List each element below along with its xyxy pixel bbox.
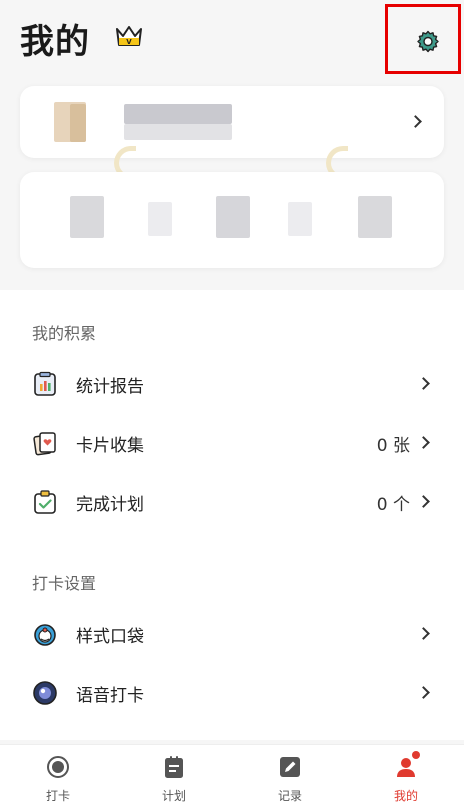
chevron-right-icon — [417, 495, 430, 508]
menu-item-voice-checkin[interactable]: 语音打卡 — [0, 665, 464, 721]
tab-mine[interactable]: 我的 — [348, 745, 464, 807]
profile-card[interactable] — [20, 86, 444, 158]
completed-plan-icon — [34, 490, 56, 514]
bottom-tab-bar: 打卡 计划 记录 我的 — [0, 744, 464, 807]
tab-checkin[interactable]: 打卡 — [0, 745, 116, 807]
tab-label: 计划 — [161, 789, 186, 803]
record-icon — [47, 756, 69, 778]
chevron-right-icon — [417, 377, 430, 390]
tab-label: 我的 — [393, 789, 418, 803]
username-blur-2 — [124, 124, 232, 140]
style-pocket-icon — [34, 624, 56, 646]
section-title-checkin-settings: 打卡设置 — [32, 574, 97, 593]
chevron-right-icon — [417, 627, 430, 640]
gear-icon[interactable] — [416, 30, 440, 54]
report-icon — [34, 371, 56, 396]
clipboard-icon — [165, 756, 183, 778]
tab-plan[interactable]: 计划 — [116, 745, 232, 807]
menu-item-stats-report[interactable]: 统计报告 — [0, 356, 464, 412]
menu-panel: 我的积累 统计报告 卡片收集 0 张 完成计划 0 个 打卡设置 样式口袋 语音… — [0, 290, 464, 740]
chevron-right-icon — [417, 686, 430, 699]
menu-value: 0 张 — [376, 436, 410, 456]
tab-record[interactable]: 记录 — [232, 745, 348, 807]
page-header: 我的 V — [0, 0, 464, 80]
stat-blur-4 — [288, 202, 312, 236]
stats-card[interactable] — [20, 172, 444, 268]
vip-crown-icon[interactable]: V — [114, 24, 144, 48]
chevron-right-icon — [417, 436, 430, 449]
menu-label: 样式口袋 — [76, 627, 144, 647]
menu-item-card-collection[interactable]: 卡片收集 0 张 — [0, 415, 464, 471]
menu-item-completed-plans[interactable]: 完成计划 0 个 — [0, 474, 464, 530]
username-blur — [124, 104, 232, 124]
settings-highlight — [385, 4, 461, 74]
menu-label: 统计报告 — [76, 377, 144, 397]
chevron-right-icon — [409, 115, 422, 128]
menu-item-style-pocket[interactable]: 样式口袋 — [0, 606, 464, 662]
menu-label: 语音打卡 — [76, 686, 144, 706]
svg-text:V: V — [126, 38, 132, 46]
edit-icon — [280, 757, 300, 777]
voice-icon — [33, 681, 57, 705]
menu-label: 卡片收集 — [76, 436, 144, 456]
tab-label: 记录 — [277, 789, 302, 803]
notification-dot — [412, 751, 420, 759]
stat-blur-2 — [148, 202, 172, 236]
section-title-accumulation: 我的积累 — [32, 324, 97, 343]
tab-label: 打卡 — [45, 789, 70, 803]
stat-blur-1 — [70, 196, 104, 238]
stat-blur-3 — [216, 196, 250, 238]
card-collection-icon — [33, 432, 56, 456]
menu-label: 完成计划 — [76, 495, 144, 515]
stat-blur-5 — [358, 196, 392, 238]
avatar-shade — [70, 104, 86, 142]
menu-value: 0 个 — [376, 495, 410, 515]
page-title: 我的 — [20, 22, 90, 62]
